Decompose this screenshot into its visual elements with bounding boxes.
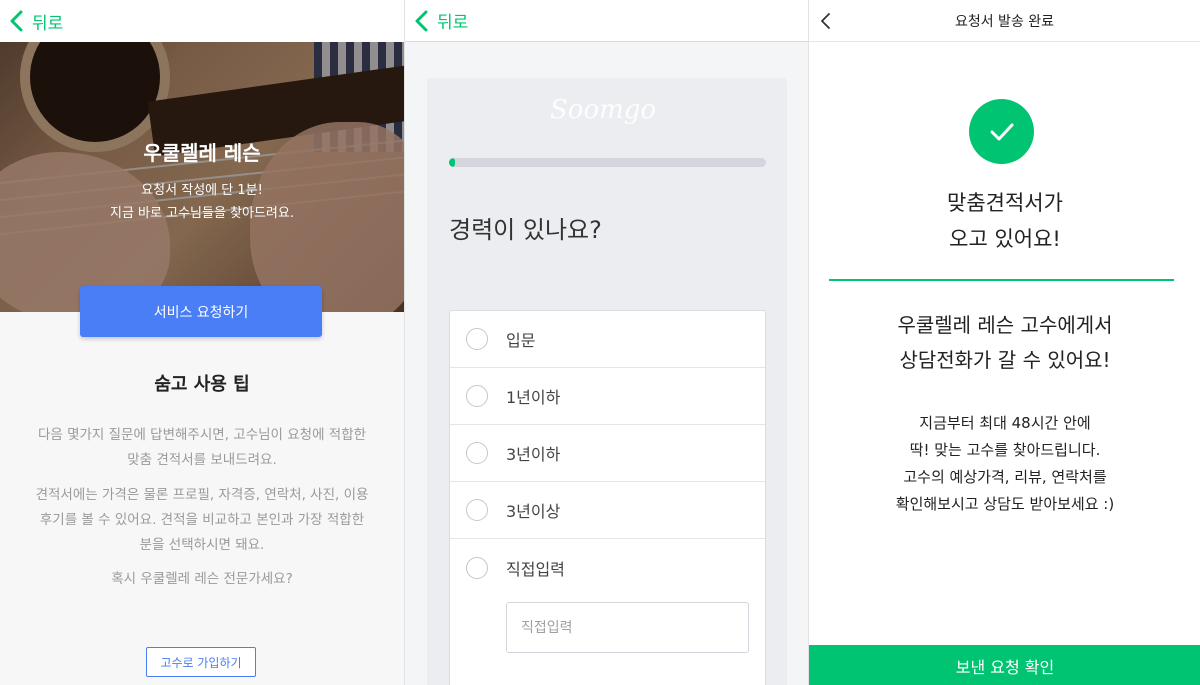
hero-image: 우쿨렐레 레슨 요청서 작성에 단 1분! 지금 바로 고수님들을 찾아드려요. xyxy=(0,42,404,312)
answer-options: 입문 1년이하 3년이하 3년이상 직접입력 xyxy=(449,310,766,685)
radio-icon[interactable] xyxy=(466,442,488,464)
radio-icon[interactable] xyxy=(466,328,488,350)
success-badge xyxy=(969,99,1034,164)
option-custom[interactable]: 직접입력 xyxy=(450,539,765,596)
back-button[interactable]: 뒤로 xyxy=(405,8,468,33)
radio-icon[interactable] xyxy=(466,385,488,407)
request-service-button[interactable]: 서비스 요청하기 xyxy=(80,286,322,337)
custom-input-area xyxy=(450,596,765,685)
tips-title: 숨고 사용 팁 xyxy=(154,374,250,395)
tip-paragraph: 견적서에는 가격은 물론 프로필, 자격증, 연락처, 사진, 이용 후기를 볼… xyxy=(18,483,386,558)
chevron-left-icon xyxy=(10,10,23,32)
custom-answer-input[interactable] xyxy=(506,602,749,653)
subheadline-line: 우쿨렐레 레슨 고수에게서 xyxy=(897,313,1113,337)
service-intro-screen: 뒤로 우쿨렐레 레슨 요청서 작성에 단 1분! 지금 바로 고수님들을 찾아드… xyxy=(0,0,404,685)
info-line: 고수의 예상가격, 리뷰, 연락처를 xyxy=(903,468,1107,486)
back-label: 뒤로 xyxy=(32,13,64,34)
page-title: 요청서 발송 완료 xyxy=(954,13,1055,30)
option-label: 3년이하 xyxy=(506,445,561,464)
option-label: 3년이상 xyxy=(506,502,561,521)
top-bar: 뒤로 xyxy=(0,0,404,42)
signup-as-expert-button[interactable]: 고수로 가입하기 xyxy=(146,647,256,677)
back-button[interactable]: 뒤로 xyxy=(0,9,63,34)
question-title: 경력이 있나요? xyxy=(449,216,602,244)
info-text: 지금부터 최대 48시간 안에 딱! 맞는 고수를 찾아드립니다. 고수의 예상… xyxy=(809,410,1200,518)
option-label: 1년이하 xyxy=(506,388,561,407)
tip-line: 맞춤 견적서를 보내드려요. xyxy=(127,452,277,468)
headline-line: 맞춤견적서가 xyxy=(947,191,1063,215)
option-over-3-years[interactable]: 3년이상 xyxy=(450,482,765,539)
subheadline: 우쿨렐레 레슨 고수에게서 상담전화가 갈 수 있어요! xyxy=(809,308,1200,378)
top-bar: 요청서 발송 완료 xyxy=(809,0,1200,42)
request-complete-screen: 요청서 발송 완료 맞춤견적서가 오고 있어요! 우쿨렐레 레슨 고수에게서 상… xyxy=(808,0,1200,685)
tip-line: 다음 몇가지 질문에 답변해주시면, 고수님이 요청에 적합한 xyxy=(37,427,367,443)
subheadline-line: 상담전화가 갈 수 있어요! xyxy=(899,348,1111,372)
hero-overlay xyxy=(0,42,404,312)
headline-line: 오고 있어요! xyxy=(949,227,1061,251)
option-under-1-year[interactable]: 1년이하 xyxy=(450,368,765,425)
tip-line: 후기를 볼 수 있어요. 견적을 비교하고 본인과 가장 적합한 xyxy=(39,512,365,528)
tip-line: 분을 선택하시면 돼요. xyxy=(139,537,265,553)
option-label: 직접입력 xyxy=(506,559,565,579)
hero-subtitle: 요청서 작성에 단 1분! xyxy=(141,183,263,198)
soomgo-watermark: Soomgo xyxy=(550,95,657,125)
option-beginner[interactable]: 입문 xyxy=(450,311,765,368)
info-line: 확인해보시고 상담도 받아보세요 :) xyxy=(895,495,1115,513)
progress-fill xyxy=(449,158,456,167)
headline: 맞춤견적서가 오고 있어요! xyxy=(809,185,1200,257)
tip-line: 견적서에는 가격은 물론 프로필, 자격증, 연락처, 사진, 이용 xyxy=(35,487,369,503)
divider xyxy=(829,279,1174,281)
app-screens: 뒤로 우쿨렐레 레슨 요청서 작성에 단 1분! 지금 바로 고수님들을 찾아드… xyxy=(0,0,1200,685)
option-label: 입문 xyxy=(506,331,536,350)
radio-icon[interactable] xyxy=(466,499,488,521)
questionnaire-screen: 뒤로 Soomgo 경력이 있나요? 입문 1년이하 3년이하 3년이상 직접입… xyxy=(404,0,808,685)
tip-paragraph: 다음 몇가지 질문에 답변해주시면, 고수님이 요청에 적합한 맞춤 견적서를 … xyxy=(18,423,386,473)
checkmark-icon xyxy=(990,123,1013,140)
hero-subtitle: 지금 바로 고수님들을 찾아드려요. xyxy=(110,206,294,221)
top-bar: 뒤로 xyxy=(405,0,808,42)
progress-bar xyxy=(449,158,766,167)
hero-title: 우쿨렐레 레슨 xyxy=(143,141,261,165)
chevron-left-icon[interactable] xyxy=(819,10,833,32)
chevron-left-icon xyxy=(415,10,428,31)
expert-question: 혹시 우쿨렐레 레슨 전문가세요? xyxy=(111,571,293,587)
info-line: 딱! 맞는 고수를 찾아드립니다. xyxy=(909,441,1101,459)
option-under-3-years[interactable]: 3년이하 xyxy=(450,425,765,482)
info-line: 지금부터 최대 48시간 안에 xyxy=(919,414,1091,432)
back-label: 뒤로 xyxy=(437,13,469,33)
view-sent-request-button[interactable]: 보낸 요청 확인 xyxy=(809,645,1200,685)
radio-icon[interactable] xyxy=(466,556,488,579)
